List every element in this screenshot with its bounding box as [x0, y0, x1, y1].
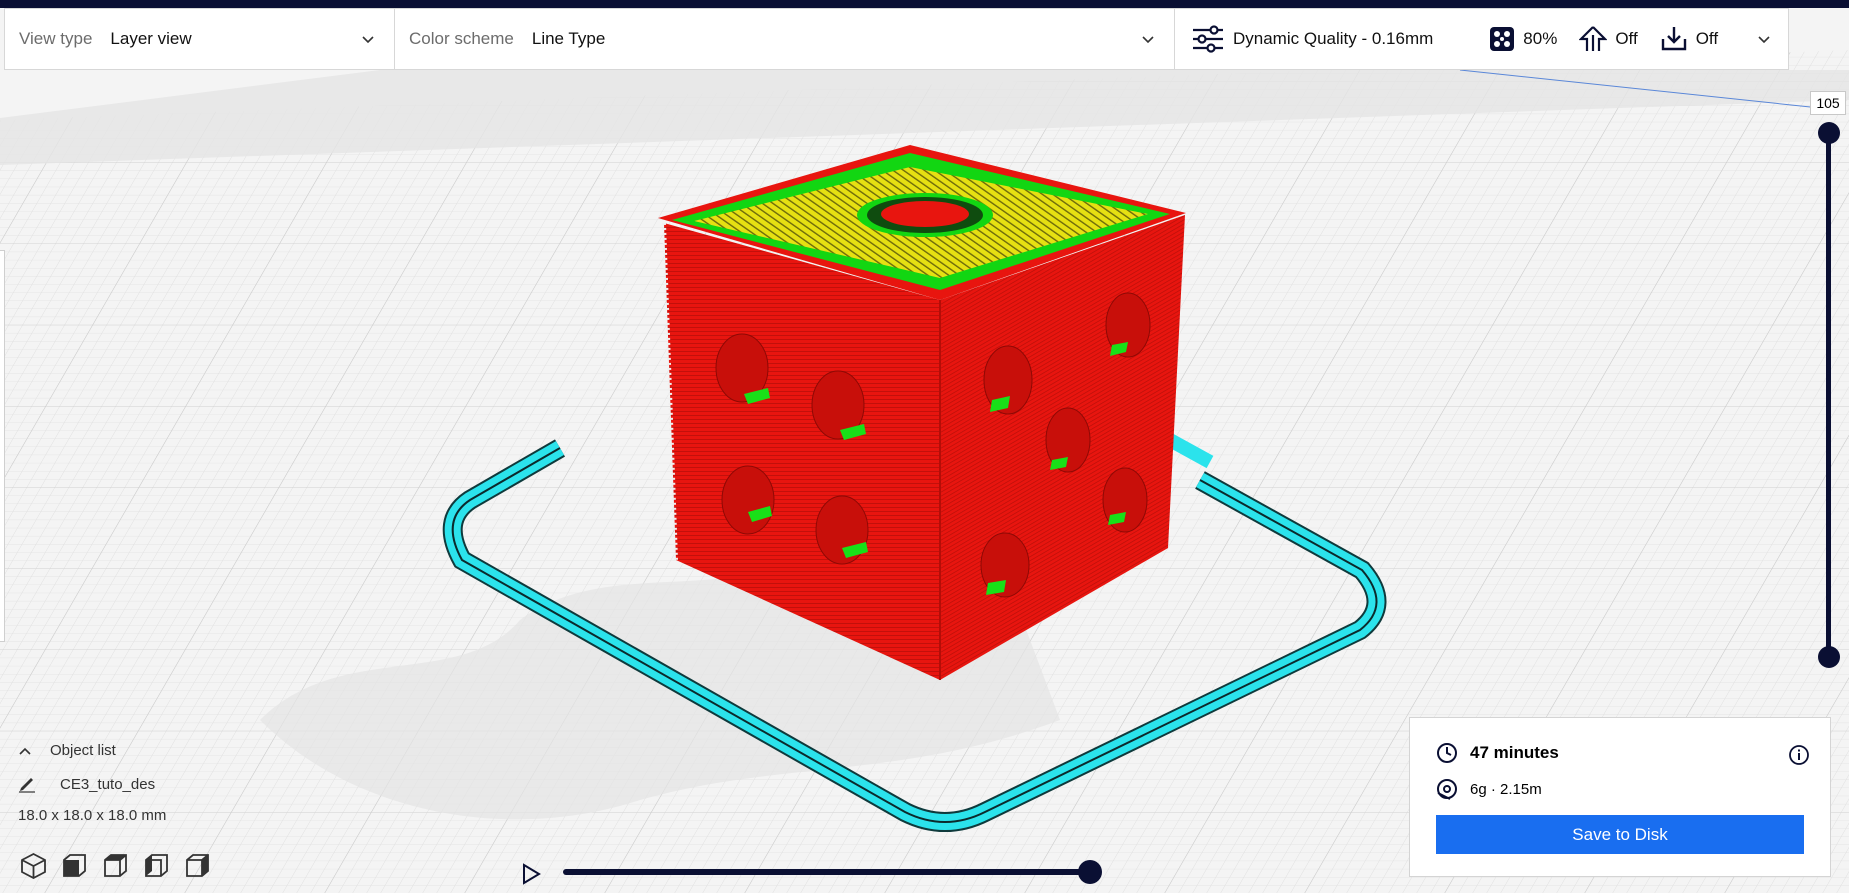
material-row: 6g · 2.15m — [1436, 778, 1542, 800]
layer-slider-lower-handle[interactable] — [1818, 646, 1840, 668]
play-icon — [523, 863, 541, 885]
current-layer-number[interactable]: 105 — [1810, 91, 1846, 115]
chevron-down-icon — [361, 33, 375, 47]
adhesion-icon — [1661, 27, 1686, 51]
layer-slider-upper-handle[interactable] — [1818, 122, 1840, 144]
print-summary-panel: 47 minutes 6g · 2.15m Save to Disk — [1409, 717, 1831, 877]
path-slider-handle[interactable] — [1078, 860, 1102, 884]
info-icon[interactable] — [1788, 744, 1810, 766]
object-name: CE3_tuto_des — [60, 775, 156, 793]
view-type-label: View type — [19, 29, 93, 48]
title-bar — [0, 0, 1849, 8]
left-toolbar-edge[interactable] — [0, 250, 5, 642]
front-view-icon[interactable] — [61, 852, 88, 879]
right-view-icon[interactable] — [184, 852, 211, 879]
object-dimensions: 18.0 x 18.0 x 18.0 mm — [18, 807, 167, 824]
quality-settings-icon — [1193, 25, 1223, 53]
print-time: 47 minutes — [1470, 743, 1559, 762]
top-view-icon[interactable] — [102, 852, 129, 879]
object-panel: Object list CE3_tuto_des 18.0 x 18.0 x 1… — [18, 742, 318, 824]
left-view-icon[interactable] — [143, 852, 170, 879]
save-to-disk-button[interactable]: Save to Disk — [1436, 815, 1804, 854]
view-type-selector[interactable]: View type Layer view — [5, 9, 395, 69]
print-time-row: 47 minutes — [1436, 742, 1559, 764]
infill-value: 80% — [1523, 29, 1558, 48]
clock-icon — [1437, 743, 1457, 763]
camera-view-buttons — [20, 852, 211, 880]
chevron-up-icon — [19, 747, 31, 755]
color-scheme-label: Color scheme — [409, 29, 514, 48]
chevron-down-icon — [1757, 33, 1771, 47]
view-type-value: Layer view — [110, 29, 192, 48]
adhesion-value: Off — [1695, 29, 1719, 48]
spool-icon — [1437, 779, 1457, 800]
object-list-label: Object list — [50, 742, 116, 759]
quality-profile-text: Dynamic Quality - 0.16mm — [1233, 29, 1434, 48]
view-options-bar: View type Layer view Color scheme Line T… — [4, 8, 1789, 70]
quality-profile: Dynamic Quality - 0.16mm — [1191, 24, 1433, 54]
color-scheme-value: Line Type — [531, 29, 606, 48]
print-settings-selector[interactable]: Dynamic Quality - 0.16mm 80% Off Off — [1175, 9, 1788, 69]
3d-view-icon[interactable] — [20, 852, 47, 880]
chevron-down-icon — [1141, 33, 1155, 47]
material-usage: 6g · 2.15m — [1470, 780, 1542, 798]
layer-slider-track[interactable] — [1826, 134, 1831, 656]
pencil-icon — [19, 778, 35, 793]
support-value: Off — [1615, 29, 1638, 48]
support-icon — [1579, 26, 1608, 51]
color-scheme-selector[interactable]: Color scheme Line Type — [395, 9, 1175, 69]
object-list-toggle[interactable]: Object list — [18, 742, 318, 759]
play-button[interactable] — [519, 862, 543, 886]
object-name-row[interactable]: CE3_tuto_des — [18, 775, 318, 793]
infill-setting: 80% — [1489, 26, 1557, 52]
adhesion-setting: Off — [1660, 25, 1718, 53]
infill-icon — [1490, 27, 1515, 51]
support-setting: Off — [1579, 25, 1638, 53]
path-slider-track[interactable] — [563, 869, 1091, 875]
